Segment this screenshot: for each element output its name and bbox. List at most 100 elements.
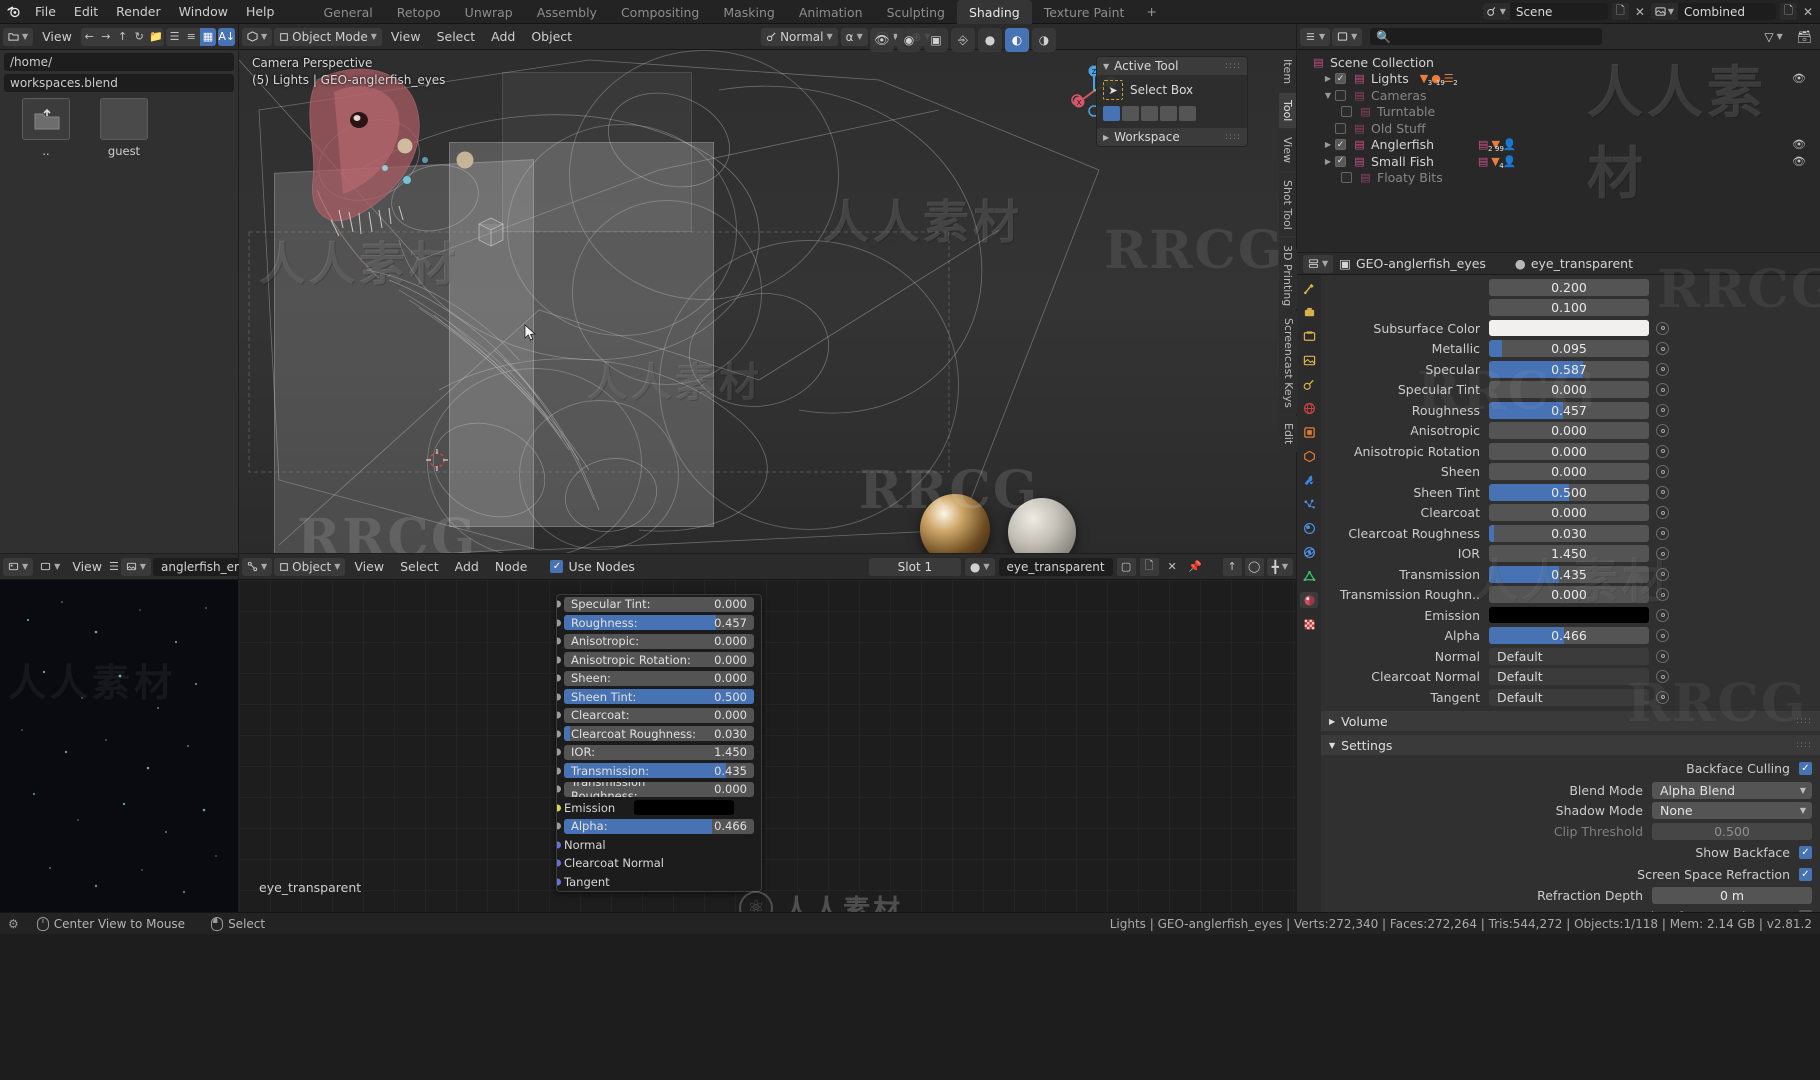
properties-tab-constraints[interactable]	[1300, 544, 1318, 560]
outliner-row-turntable[interactable]: ▤ Turntable	[1297, 104, 1820, 121]
shader-editor-canvas[interactable]: Specular Tint: 0.000 Roughness: 0.457 Anis…	[239, 580, 1296, 912]
screen-space-refraction-checkbox[interactable]: ✓	[1799, 867, 1812, 881]
node-socket-anisotropic[interactable]: Anisotropic: 0.000	[557, 632, 761, 651]
shader-select-menu[interactable]: Select	[393, 554, 446, 580]
shader-node-menu[interactable]: Node	[488, 554, 535, 580]
properties-tab-particles[interactable]	[1300, 496, 1318, 512]
emission-color-field[interactable]	[634, 800, 734, 816]
workspace-tab-general[interactable]: General	[311, 0, 384, 24]
shading-solid-icon[interactable]: ●	[978, 28, 1002, 52]
view-layer-selector[interactable]: ▼ Combined	[1650, 3, 1776, 20]
property-link-icon[interactable]	[1656, 670, 1669, 683]
workspace-tab-sculpting[interactable]: Sculpting	[875, 0, 957, 24]
view-layer-close-icon[interactable]: ✕	[1800, 3, 1816, 20]
new-folder-icon[interactable]: 📁	[147, 27, 165, 46]
node-slider[interactable]: Transmission Roughness: 0.000	[564, 781, 754, 797]
editor-type-selector[interactable]: ▼	[242, 27, 273, 46]
property-value-field[interactable]: 0.100	[1489, 299, 1649, 316]
sidebar-tab-view[interactable]: View	[1279, 130, 1296, 171]
anisotropic-slider[interactable]: 0.000	[1489, 422, 1649, 439]
menu-window[interactable]: Window	[170, 0, 237, 24]
editor-type-selector[interactable]: ▼	[1300, 27, 1331, 46]
visibility-eye-icon[interactable]: 👁	[1792, 138, 1806, 151]
workspace-tab-shading[interactable]: Shading	[956, 0, 1032, 24]
node-socket-anisotropic-rotation[interactable]: Anisotropic Rotation: 0.000	[557, 651, 761, 670]
clearcoat-normal-value[interactable]: Default	[1489, 668, 1649, 685]
image-editor-canvas[interactable]: 人人素材	[0, 580, 238, 912]
file-path-input[interactable]: /home/	[4, 53, 234, 71]
tangent-value[interactable]: Default	[1489, 688, 1649, 706]
node-socket-clearcoat-normal[interactable]: Clearcoat Normal	[557, 854, 761, 873]
select-invert-icon[interactable]	[1160, 106, 1177, 121]
node-slider[interactable]: Sheen Tint: 0.500	[564, 689, 754, 705]
node-slider[interactable]: Specular Tint: 0.000	[564, 596, 754, 612]
property-link-icon[interactable]	[1656, 547, 1669, 560]
visibility-eye-icon[interactable]: 👁	[1792, 72, 1806, 85]
socket-dot-icon[interactable]	[557, 747, 562, 757]
properties-tab-output[interactable]	[1300, 328, 1318, 344]
specular-slider[interactable]: 0.587	[1489, 360, 1649, 378]
backface-culling-checkbox[interactable]: ✓	[1799, 762, 1812, 775]
object-mode-selector[interactable]: Object Mode ▼	[274, 27, 382, 46]
socket-dot-icon[interactable]	[557, 821, 562, 831]
outliner-checkbox[interactable]	[1341, 106, 1352, 118]
image-editor-view-menu[interactable]: View	[67, 554, 107, 580]
material-browse-button[interactable]: ● ▼	[964, 557, 995, 576]
socket-dot-icon[interactable]	[557, 710, 562, 720]
detail-view-icon[interactable]: ≡	[182, 27, 200, 46]
disclosure-triangle-icon[interactable]: ▶	[1321, 157, 1335, 166]
volume-section-header[interactable]: ▶ Volume ::::	[1321, 711, 1820, 731]
workspace-tab-animation[interactable]: Animation	[787, 0, 875, 24]
outliner-checkbox[interactable]: ✓	[1335, 139, 1346, 151]
breadcrumb-material-name[interactable]: eye_transparent	[1531, 256, 1633, 271]
workspace-tab-assembly[interactable]: Assembly	[525, 0, 609, 24]
property-link-icon[interactable]	[1656, 485, 1669, 499]
outliner-search-input[interactable]: 🔍	[1370, 28, 1603, 45]
properties-tab-physics[interactable]	[1300, 520, 1318, 536]
property-link-icon[interactable]	[1656, 362, 1669, 376]
property-link-icon[interactable]	[1656, 383, 1669, 396]
node-socket-normal[interactable]: Normal	[557, 836, 761, 855]
image-datablock-selector[interactable]: ▼	[120, 557, 152, 576]
property-link-icon[interactable]	[1656, 608, 1669, 622]
outliner-row-anglerfish[interactable]: ▶ ✓ ▤ Anglerfish ▤ 2 ▼ 99 👤 👁	[1297, 137, 1820, 154]
shading-rendered-icon[interactable]: ◑	[1032, 28, 1056, 52]
property-link-icon[interactable]	[1656, 567, 1669, 581]
alpha-slider[interactable]: 0.466	[1489, 627, 1649, 644]
node-slider[interactable]: Clearcoat: 0.000	[564, 707, 754, 723]
use-nodes-checkbox[interactable]: ✓	[550, 560, 564, 573]
hamburger-icon[interactable]: ☰	[109, 558, 119, 576]
property-link-icon[interactable]	[1656, 465, 1669, 478]
image-editor-mode-selector[interactable]: ▼	[35, 557, 66, 576]
property-link-icon[interactable]	[1656, 321, 1669, 335]
socket-dot-icon[interactable]	[557, 729, 562, 739]
editor-type-selector[interactable]: ▼	[242, 557, 273, 576]
overlays-icon[interactable]: ◉	[897, 28, 921, 52]
workspace-tab-texture-paint[interactable]: Texture Paint	[1032, 0, 1137, 24]
refresh-icon[interactable]: ↻	[130, 27, 148, 46]
node-slider[interactable]: Sheen: 0.000	[564, 670, 754, 686]
active-tool-entry[interactable]: ➤ Select Box	[1103, 80, 1241, 100]
outliner-row-old-stuff[interactable]: ▤ Old Stuff	[1297, 120, 1820, 137]
ior-slider[interactable]: 1.450	[1489, 545, 1649, 562]
file-item-parent[interactable]: ..	[14, 98, 78, 158]
properties-tab-material[interactable]	[1300, 592, 1318, 608]
property-link-icon[interactable]	[1656, 506, 1669, 519]
socket-dot-icon[interactable]	[557, 636, 562, 646]
back-icon[interactable]: ←	[80, 27, 98, 46]
add-workspace-button[interactable]: +	[1136, 0, 1166, 24]
outliner-checkbox[interactable]	[1335, 122, 1346, 134]
metallic-slider[interactable]: 0.095	[1489, 340, 1649, 357]
node-socket-clearcoat[interactable]: Clearcoat: 0.000	[557, 706, 761, 725]
subsurface-color-swatch[interactable]	[1489, 320, 1649, 336]
disclosure-triangle-icon[interactable]: ▼	[1321, 91, 1335, 100]
node-socket-alpha[interactable]: Alpha: 0.466	[557, 817, 761, 836]
workspace-tab-compositing[interactable]: Compositing	[609, 0, 711, 24]
new-material-icon[interactable]: ▢	[1116, 557, 1136, 576]
outliner-checkbox[interactable]: ✓	[1335, 73, 1346, 85]
socket-dot-icon[interactable]	[557, 784, 562, 794]
emission-color-swatch[interactable]	[1489, 607, 1649, 623]
sidebar-tab-screencast-keys[interactable]: Screencast Keys	[1279, 310, 1297, 415]
scene-name[interactable]: Scene	[1510, 5, 1608, 19]
properties-tab-texture[interactable]	[1300, 616, 1318, 632]
